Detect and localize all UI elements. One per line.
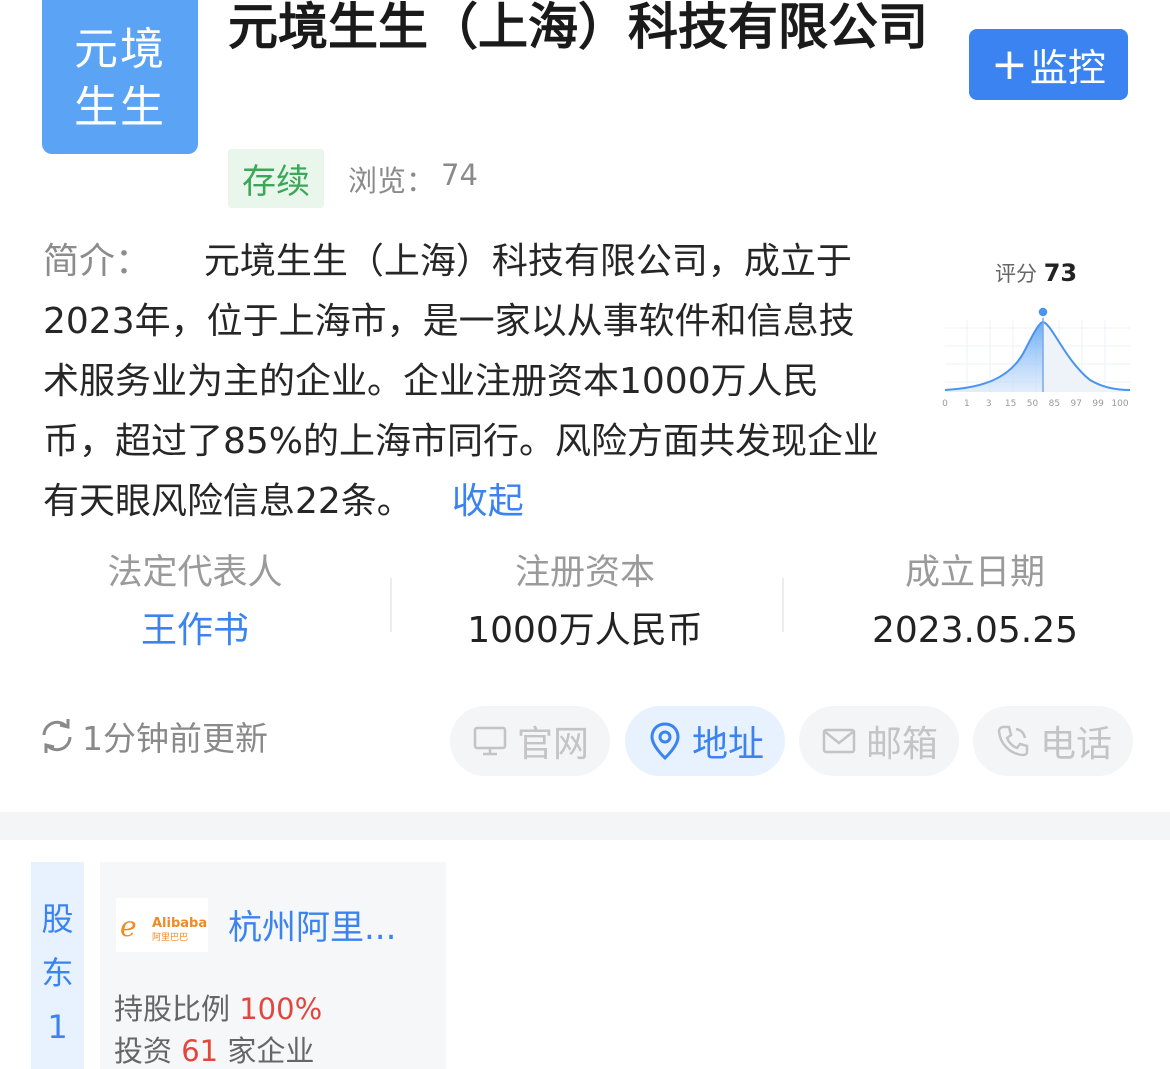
location-pin-icon (650, 722, 680, 761)
score-axis-tick: 100 (1111, 399, 1128, 409)
stat-value: 1000万人民币 (467, 610, 703, 651)
score-axis-tick: 15 (1005, 399, 1016, 409)
share-ratio: 持股比例 100% (114, 986, 322, 1028)
share-ratio-value: 100% (239, 992, 323, 1026)
stat-legal-rep: 法定代表人 王作书 (0, 548, 390, 664)
company-name: 元境生生（上海）科技有限公司 (228, 0, 928, 56)
stat-founded-date: 成立日期 2023.05.25 (780, 548, 1170, 664)
legal-rep-link[interactable]: 王作书 (0, 598, 390, 664)
company-logo: 元境 生生 (42, 0, 198, 154)
status-badge: 存续 (228, 149, 324, 208)
score-distribution-graph: 0 1 3 15 50 85 97 99 100 (942, 306, 1131, 409)
website-button[interactable]: 官网 (450, 706, 610, 776)
update-status[interactable]: 1分钟前更新 (36, 712, 268, 760)
score-axis-ticks: 0 1 3 15 50 85 97 99 100 (942, 399, 1129, 409)
stat-label: 法定代表人 (107, 553, 283, 593)
phone-icon (997, 725, 1029, 757)
company-intro: 简介： 元境生生（上海）科技有限公司，成立于2023年，位于上海市，是一家以从事… (43, 232, 883, 532)
svg-text:Alibaba: Alibaba (152, 916, 207, 931)
score-axis-tick: 85 (1049, 399, 1060, 409)
plus-icon: + (991, 39, 1028, 90)
share-ratio-label: 持股比例 (114, 992, 231, 1026)
monitor-icon (473, 726, 507, 756)
view-count: 浏览： 74 (348, 158, 478, 200)
svg-text:阿里巴巴: 阿里巴巴 (152, 932, 188, 943)
phone-button[interactable]: 电话 (973, 706, 1133, 776)
investment-suffix: 家企业 (227, 1034, 315, 1068)
logo-text-line1: 元境 (74, 24, 166, 75)
stat-label: 注册资本 (514, 553, 655, 593)
email-button[interactable]: 邮箱 (799, 706, 959, 776)
score-label: 评分 73 (995, 258, 1077, 288)
refresh-icon (42, 719, 72, 753)
alibaba-logo: e Alibaba 阿里巴巴 (116, 898, 208, 952)
intro-text: 元境生生（上海）科技有限公司，成立于2023年，位于上海市，是一家以从事软件和信… (43, 241, 880, 522)
email-button-label: 邮箱 (865, 724, 938, 765)
score-widget[interactable]: 评分 73 0 1 3 15 50 85 97 99 100 (940, 250, 1135, 420)
score-axis-tick: 1 (964, 399, 970, 409)
shareholder-tag-char: 1 (47, 1008, 68, 1046)
score-value: 73 (1043, 259, 1078, 287)
view-count-value: 74 (441, 158, 478, 192)
shareholder-tag-char: 东 (41, 954, 74, 992)
svg-text:e: e (120, 910, 137, 943)
stat-registered-capital: 注册资本 1000万人民币 (390, 548, 780, 664)
stat-label: 成立日期 (904, 553, 1045, 593)
intro-label: 简介： (43, 241, 152, 282)
score-axis-tick: 3 (986, 399, 992, 409)
alibaba-logo-mark: e Alibaba 阿里巴巴 (120, 910, 207, 943)
score-marker-icon (1037, 306, 1049, 318)
shareholder-card[interactable]: e Alibaba 阿里巴巴 杭州阿里... 持股比例 100% 投资 61 家… (100, 862, 446, 1069)
key-stats: 法定代表人 王作书 注册资本 1000万人民币 成立日期 2023.05.25 (0, 548, 1170, 658)
investment-count: 投资 61 家企业 (114, 1028, 314, 1069)
score-axis-tick: 99 (1092, 399, 1104, 409)
view-count-label: 浏览： (348, 164, 436, 198)
shareholder-name-link[interactable]: 杭州阿里... (228, 900, 396, 949)
address-button-label: 地址 (691, 724, 764, 765)
score-axis-tick: 0 (942, 399, 948, 409)
shareholder-tag: 股 东 1 (31, 862, 84, 1069)
section-divider (0, 812, 1170, 840)
monitor-button-label: 监控 (1029, 46, 1106, 90)
update-text: 1分钟前更新 (82, 719, 268, 758)
score-label-text: 评分 (995, 262, 1037, 286)
website-button-label: 官网 (516, 724, 589, 765)
investment-label: 投资 (114, 1034, 173, 1068)
stat-value: 2023.05.25 (871, 610, 1079, 651)
collapse-link[interactable]: 收起 (452, 481, 524, 522)
phone-button-label: 电话 (1039, 724, 1112, 765)
mail-icon (822, 728, 856, 754)
investment-value: 61 (181, 1034, 219, 1068)
shareholder-tag-char: 股 (41, 900, 74, 938)
address-button[interactable]: 地址 (625, 706, 785, 776)
score-axis-tick: 50 (1027, 399, 1039, 409)
score-axis-tick: 97 (1071, 399, 1082, 409)
logo-text-line2: 生生 (74, 82, 166, 133)
monitor-button[interactable]: + 监控 (969, 29, 1128, 100)
